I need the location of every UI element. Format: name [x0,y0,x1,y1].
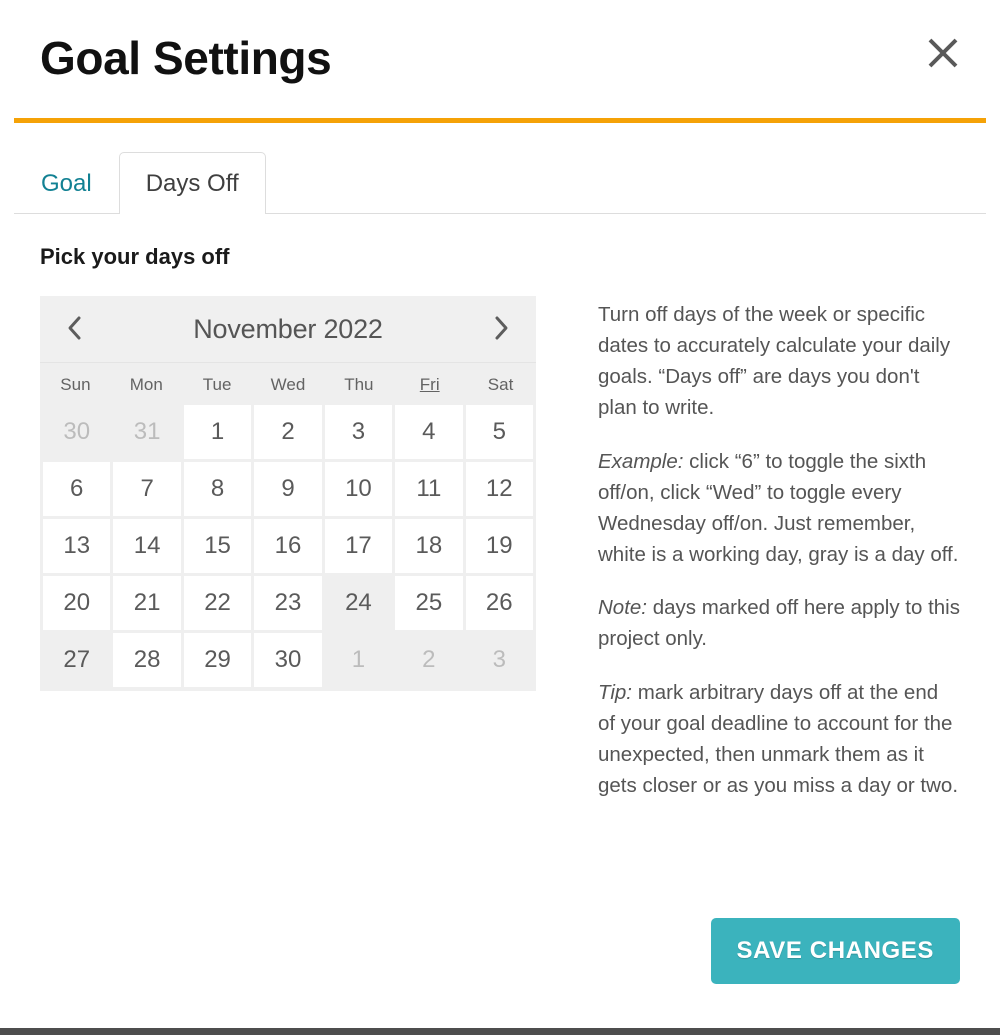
help-paragraph-text: Turn off days of the week or specific da… [598,303,951,420]
help-paragraph-text: mark arbitrary days off at the end of yo… [598,680,959,798]
section-heading: Pick your days off [40,244,230,269]
content-row: November 2022 Sun Mon Tue Wed Thu Fri Sat 30 31… [40,296,960,801]
calendar-day-cell[interactable]: 28 [113,633,181,687]
calendar-day-cell[interactable]: 5 [465,405,533,459]
calendar-day-cell[interactable]: 20 [43,576,111,630]
calendar-weekday-fri[interactable]: Fri [394,369,465,401]
modal-body: Pick your days off November 2022 Sun Mon… [0,214,1000,801]
calendar-weekday-sat[interactable]: Sat [465,369,536,401]
calendar-header: November 2022 [40,296,536,363]
calendar-day-cell[interactable]: 3 [465,633,533,687]
calendar-day-cell[interactable]: 21 [113,576,181,630]
calendar-day-cell[interactable]: 30 [254,633,322,687]
calendar-day-cell[interactable]: 26 [465,576,533,630]
help-panel: Turn off days of the week or specific da… [598,296,960,801]
calendar-day-cell[interactable]: 24 [324,576,393,630]
calendar-day-cell[interactable]: 12 [465,462,533,516]
calendar-day-cell[interactable]: 19 [465,519,533,573]
calendar-day-cell[interactable]: 23 [254,576,322,630]
calendar-weekday-wed[interactable]: Wed [253,369,324,401]
prev-month-button[interactable] [40,296,110,362]
help-paragraph: Turn off days of the week or specific da… [598,299,960,424]
calendar-day-cell[interactable]: 7 [113,462,181,516]
tab-goal[interactable]: Goal [14,152,119,214]
tab-days-off[interactable]: Days Off [118,152,266,214]
chevron-right-icon [492,314,510,345]
calendar-month-label: November 2022 [193,313,383,344]
calendar-day-cell[interactable]: 29 [183,633,252,687]
calendar-day-cell[interactable]: 16 [254,519,322,573]
calendar-day-cell[interactable]: 18 [395,519,463,573]
goal-settings-modal: Goal Settings Goal Days Off Pick your da… [0,0,1000,1028]
calendar-day-cell[interactable]: 14 [113,519,181,573]
modal-header: Goal Settings [0,0,1000,96]
calendar-day-cell[interactable]: 9 [254,462,322,516]
calendar-day-cell[interactable]: 17 [324,519,393,573]
page-title: Goal Settings [40,32,332,84]
calendar-day-cell[interactable]: 1 [324,633,393,687]
next-month-button[interactable] [466,296,536,362]
help-paragraph-text: days marked off here apply to this proje… [598,596,960,651]
calendar-day-cell[interactable]: 31 [113,405,181,459]
bottom-bar [0,1028,1000,1035]
help-paragraph: Tip: mark arbitrary days off at the end … [598,677,960,802]
calendar-day-cell[interactable]: 3 [324,405,393,459]
calendar-weekday-thu[interactable]: Thu [323,369,394,401]
calendar-day-cell[interactable]: 4 [395,405,463,459]
help-paragraph: Example: click “6” to toggle the sixth o… [598,446,960,571]
calendar-day-cell[interactable]: 13 [43,519,111,573]
calendar-day-cell[interactable]: 22 [183,576,252,630]
calendar-day-cell[interactable]: 27 [43,633,111,687]
days-off-calendar: November 2022 Sun Mon Tue Wed Thu Fri Sat 30 31… [40,296,536,691]
chevron-left-icon [66,314,84,345]
calendar-day-cell[interactable]: 11 [395,462,463,516]
calendar-day-cell[interactable]: 25 [395,576,463,630]
help-paragraph: Note: days marked off here apply to this… [598,592,960,654]
calendar-day-grid: 30 31 1 2 3 4 5 6 7 8 9 10 11 12 13 14 15 16 17 18 19 20 21 22 2… [40,405,536,691]
calendar-weekday-sun[interactable]: Sun [40,369,111,401]
help-paragraph-lead: Tip: [598,680,632,704]
calendar-weekday-mon[interactable]: Mon [111,369,182,401]
tab-bar: Goal Days Off [14,146,986,214]
close-icon [926,36,960,70]
close-button[interactable] [920,30,966,76]
calendar-day-cell[interactable]: 1 [183,405,252,459]
calendar-weekday-row: Sun Mon Tue Wed Thu Fri Sat [40,363,536,405]
title-divider [14,118,986,123]
calendar-day-cell[interactable]: 2 [254,405,322,459]
help-paragraph-lead: Example: [598,449,684,473]
calendar-day-cell[interactable]: 2 [395,633,463,687]
calendar-weekday-tue[interactable]: Tue [182,369,253,401]
calendar-day-cell[interactable]: 8 [183,462,252,516]
calendar-day-cell[interactable]: 6 [43,462,111,516]
modal-footer: SAVE CHANGES [710,918,960,984]
calendar-day-cell[interactable]: 10 [324,462,393,516]
calendar-day-cell[interactable]: 15 [183,519,252,573]
calendar-day-cell[interactable]: 30 [43,405,111,459]
save-changes-button[interactable]: SAVE CHANGES [710,918,960,984]
help-paragraph-lead: Note: [598,596,647,620]
